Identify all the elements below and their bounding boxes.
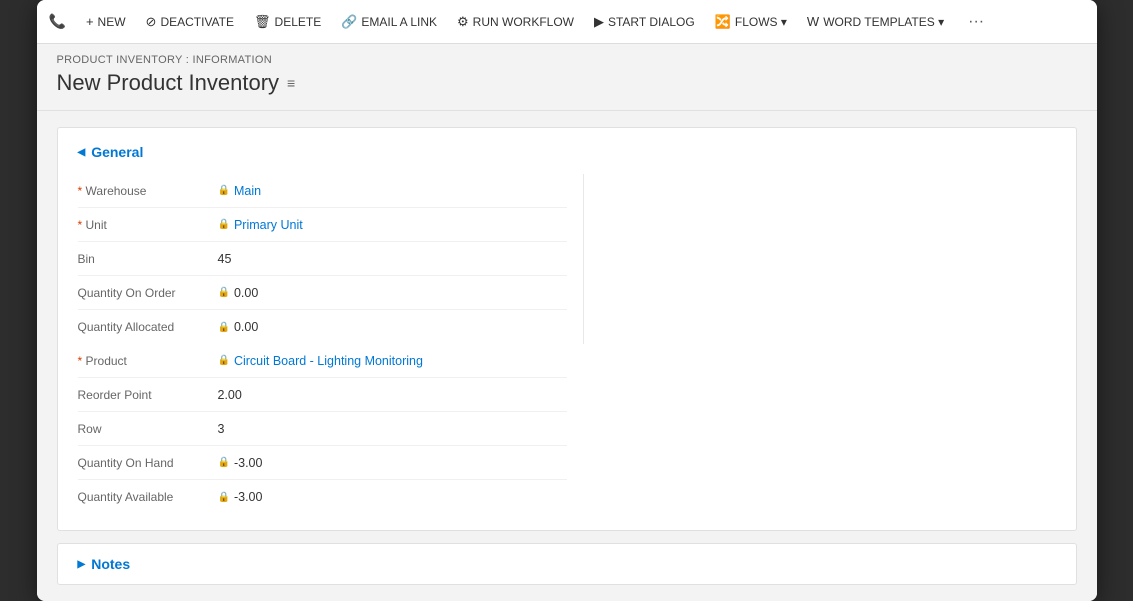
email-icon: 🔗 bbox=[341, 14, 357, 30]
more-options-button[interactable]: ··· bbox=[960, 9, 992, 35]
column-divider bbox=[583, 174, 584, 344]
quantity-on-hand-row: Quantity On Hand 🔒 -3.00 bbox=[78, 446, 567, 480]
workflow-icon: ⚙ bbox=[457, 14, 469, 30]
toolbar: 📞 + NEW ⊘ DEACTIVATE 🗑 DELETE 🔗 EMAIL A … bbox=[37, 0, 1097, 44]
quantity-allocated-label: Quantity Allocated bbox=[78, 320, 218, 334]
run-workflow-button[interactable]: ⚙ RUN WORKFLOW bbox=[449, 9, 582, 35]
row-value: 3 bbox=[218, 422, 225, 436]
phone-icon: 📞 bbox=[49, 13, 66, 30]
word-templates-button[interactable]: W WORD TEMPLATES ▾ bbox=[799, 9, 952, 34]
warehouse-label: Warehouse bbox=[78, 184, 218, 198]
warehouse-lock-icon: 🔒 bbox=[218, 185, 230, 196]
product-lock-icon: 🔒 bbox=[218, 355, 230, 366]
qav-lock-icon: 🔒 bbox=[218, 492, 230, 503]
form-col-right: Product 🔒 Circuit Board - Lighting Monit… bbox=[78, 344, 567, 514]
word-icon: W bbox=[807, 14, 819, 29]
expand-icon: ▶ bbox=[78, 559, 86, 570]
content-area: ◀ General Warehouse 🔒 Main bbox=[37, 111, 1097, 601]
bin-row: Bin 45 bbox=[78, 242, 567, 276]
unit-label: Unit bbox=[78, 218, 218, 232]
new-icon: + bbox=[86, 14, 94, 29]
dialog-icon: ▶ bbox=[594, 14, 604, 30]
collapse-icon: ◀ bbox=[78, 147, 86, 158]
general-label: General bbox=[91, 144, 143, 160]
menu-icon[interactable]: ≡ bbox=[287, 75, 295, 91]
quantity-on-order-value: 🔒 0.00 bbox=[218, 286, 259, 300]
quantity-on-order-row: Quantity On Order 🔒 0.00 bbox=[78, 276, 567, 310]
start-dialog-button[interactable]: ▶ START DIALOG bbox=[586, 9, 703, 35]
reorder-point-label: Reorder Point bbox=[78, 388, 218, 402]
warehouse-row: Warehouse 🔒 Main bbox=[78, 174, 567, 208]
quantity-allocated-value: 🔒 0.00 bbox=[218, 320, 259, 334]
unit-value[interactable]: 🔒 Primary Unit bbox=[218, 218, 303, 232]
row-label: Row bbox=[78, 422, 218, 436]
product-label: Product bbox=[78, 354, 218, 368]
bin-label: Bin bbox=[78, 252, 218, 266]
product-value[interactable]: 🔒 Circuit Board - Lighting Monitoring bbox=[218, 354, 423, 368]
product-row: Product 🔒 Circuit Board - Lighting Monit… bbox=[78, 344, 567, 378]
row-field-row: Row 3 bbox=[78, 412, 567, 446]
qa-lock-icon: 🔒 bbox=[218, 322, 230, 333]
notes-section: ▶ Notes bbox=[57, 543, 1077, 585]
notes-label: Notes bbox=[91, 556, 130, 572]
reorder-point-row: Reorder Point 2.00 bbox=[78, 378, 567, 412]
warehouse-value[interactable]: 🔒 Main bbox=[218, 184, 262, 198]
qoo-lock-icon: 🔒 bbox=[218, 287, 230, 298]
general-form-grid: Warehouse 🔒 Main Unit 🔒 Primary Unit bbox=[78, 174, 1056, 514]
deactivate-icon: ⊘ bbox=[146, 14, 157, 30]
delete-icon: 🗑 bbox=[254, 14, 271, 30]
unit-row: Unit 🔒 Primary Unit bbox=[78, 208, 567, 242]
bin-value: 45 bbox=[218, 252, 232, 266]
title-area: PRODUCT INVENTORY : INFORMATION New Prod… bbox=[37, 44, 1097, 111]
quantity-on-hand-value: 🔒 -3.00 bbox=[218, 456, 263, 470]
breadcrumb: PRODUCT INVENTORY : INFORMATION bbox=[57, 54, 1077, 66]
general-section: ◀ General Warehouse 🔒 Main bbox=[57, 127, 1077, 531]
deactivate-button[interactable]: ⊘ DEACTIVATE bbox=[138, 9, 242, 35]
flows-button[interactable]: 🔀 FLOWS ▾ bbox=[707, 9, 795, 35]
qoh-lock-icon: 🔒 bbox=[218, 457, 230, 468]
quantity-allocated-row: Quantity Allocated 🔒 0.00 bbox=[78, 310, 567, 344]
page-title: New Product Inventory ≡ bbox=[57, 70, 1077, 96]
email-link-button[interactable]: 🔗 EMAIL A LINK bbox=[333, 9, 445, 35]
form-col-left: Warehouse 🔒 Main Unit 🔒 Primary Unit bbox=[78, 174, 567, 344]
app-window: 📞 + NEW ⊘ DEACTIVATE 🗑 DELETE 🔗 EMAIL A … bbox=[37, 0, 1097, 601]
flows-icon: 🔀 bbox=[715, 14, 731, 30]
quantity-available-value: 🔒 -3.00 bbox=[218, 490, 263, 504]
notes-section-header[interactable]: ▶ Notes bbox=[78, 556, 1056, 572]
reorder-point-value: 2.00 bbox=[218, 388, 242, 402]
general-section-header[interactable]: ◀ General bbox=[78, 144, 1056, 160]
new-button[interactable]: + NEW bbox=[78, 9, 134, 34]
quantity-on-order-label: Quantity On Order bbox=[78, 286, 218, 300]
quantity-available-row: Quantity Available 🔒 -3.00 bbox=[78, 480, 567, 514]
quantity-on-hand-label: Quantity On Hand bbox=[78, 456, 218, 470]
quantity-available-label: Quantity Available bbox=[78, 490, 218, 504]
unit-lock-icon: 🔒 bbox=[218, 219, 230, 230]
delete-button[interactable]: 🗑 DELETE bbox=[246, 9, 329, 35]
